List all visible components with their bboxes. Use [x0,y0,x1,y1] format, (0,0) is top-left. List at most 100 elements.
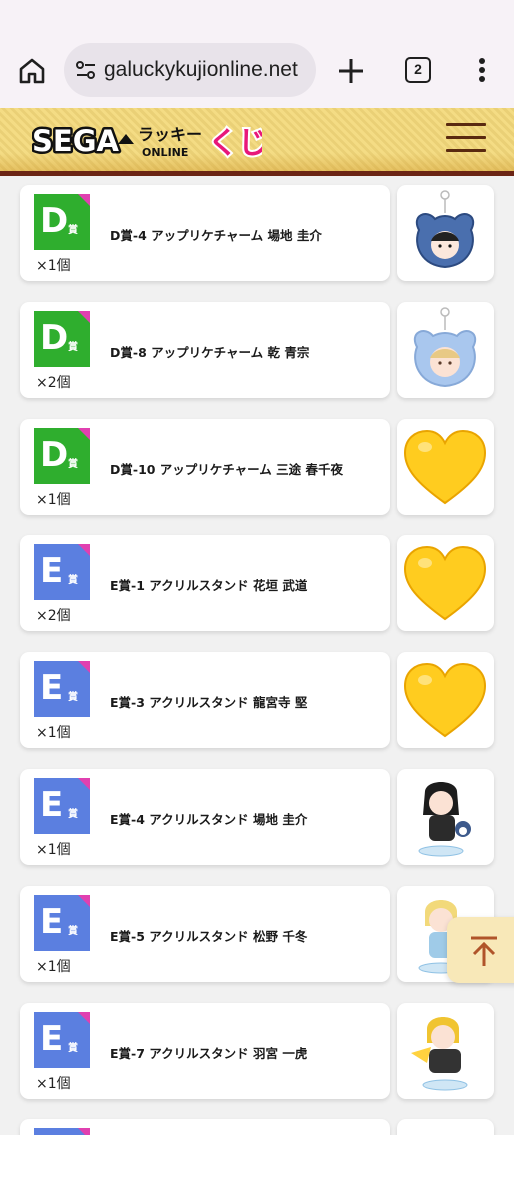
prize-grade-icon: E賞 [34,661,90,718]
prize-image [397,1119,494,1135]
prize-grade-letter: E [40,785,64,825]
prize-name: E賞-7 アクリルスタンド 羽宮 一虎 [110,1045,308,1061]
prize-thumbnail[interactable] [397,652,494,749]
prize-row[interactable]: E賞 [0,1119,514,1135]
badge-corner [78,310,90,323]
prize-card[interactable]: E 賞 ×1個 E賞-5 アクリルスタンド 松野 千冬 [20,885,390,982]
prize-grade-icon: D賞 [34,194,90,250]
prize-name: E賞-1 アクリルスタンド 花垣 武道 [110,578,308,594]
prize-grade-letter: D [40,201,69,241]
prize-grade-icon: E賞 [34,1128,90,1135]
prize-image [403,663,487,738]
prize-quantity: ×2個 [36,608,71,625]
prize-image [403,429,487,504]
prize-quantity: ×1個 [36,958,71,975]
prize-name: E賞-4 アクリルスタンド 場地 圭介 [110,812,308,827]
tune-icon[interactable] [74,58,98,82]
prize-card[interactable]: D 賞 ×2個 D賞-8 アップリケチャーム 乾 青宗 [20,301,390,398]
prize-grade-icon: E賞 [34,1011,90,1068]
prize-card[interactable]: E 賞 ×2個 E賞-1 アクリルスタンド 花垣 武道 [20,535,390,632]
home-icon[interactable] [16,55,48,87]
prize-card[interactable]: E 賞 ×1個 E賞-4 アクリルスタンド 場地 圭介 [20,769,390,865]
prize-quantity: ×2個 [36,374,71,391]
hamburger-icon [446,123,486,126]
prize-row[interactable]: E 賞 ×1個 E賞-4 アクリルスタンド 場地 圭介 [0,769,514,866]
prize-quantity: ×1個 [36,258,71,274]
prize-image [411,1016,468,1091]
prize-grade-letter: E [40,901,64,942]
prize-image [414,307,476,387]
arrow-up-icon [471,936,497,966]
prize-row[interactable]: E 賞 ×1個 E賞-7 アクリルスタンド 羽宮 一虎 [0,1002,514,1100]
prize-thumbnail[interactable] [397,301,494,398]
url-text: galuckykujionline.net [104,58,298,81]
prize-grade-kanji: 賞 [68,692,78,704]
badge-corner [78,194,90,206]
prize-image [403,546,487,621]
hamburger-icon-bar [446,149,486,152]
prize-grade-icon: E賞 [34,894,90,951]
plus-icon[interactable] [334,54,368,88]
badge-corner [78,544,90,557]
bottom-bar [0,1135,514,1199]
svg-text:ラッキー: ラッキー [138,125,202,144]
prize-name: D賞-8 アップリケチャーム 乾 青宗 [110,344,310,360]
prize-grade-kanji: 賞 [68,809,78,820]
prize-row[interactable]: D 賞 ×2個 D賞-8 アップリケチャーム 乾 青宗 [0,301,514,399]
prize-grade-letter: E [40,1018,64,1059]
svg-text:SEGA: SEGA [32,124,119,158]
prize-row[interactable]: E 賞 ×1個 E賞-3 アクリルスタンド 龍宮寺 堅 [0,652,514,749]
prize-row[interactable]: D 賞 ×1個 D賞-4 アップリケチャーム 場地 圭介 [0,185,514,282]
prize-row[interactable]: E 賞 ×1個 E賞-5 アクリルスタンド 松野 千冬 [0,885,514,983]
prize-name: E賞-5 アクリルスタンド 松野 千冬 [110,928,308,944]
prize-grade-letter: E [40,668,64,709]
prize-quantity: ×1個 [36,725,71,742]
prize-row[interactable]: D 賞 ×1個 D賞-10 アップリケチャーム 三途 春千夜 [0,418,514,516]
badge-corner [78,661,90,674]
browser-toolbar: galuckykujionline.net 2 [0,0,514,108]
address-bar[interactable]: galuckykujionline.net [64,43,316,97]
prize-card[interactable]: E 賞 ×1個 E賞-7 アクリルスタンド 羽宮 一虎 [20,1002,390,1099]
prize-grade-kanji: 賞 [68,1042,78,1054]
prize-grade-kanji: 賞 [68,225,78,236]
prize-grade-letter: D [40,434,69,475]
prize-grade-icon: D賞 [34,310,90,367]
badge-corner [78,894,90,907]
badge-corner [78,778,90,790]
site-logo[interactable]: SEGA ラッキー ONLINE くじ [32,120,262,161]
svg-text:くじ: くじ [208,126,262,160]
scroll-top-button[interactable] [447,917,514,983]
prize-grade-kanji: 賞 [68,925,78,937]
prize-grade-icon: D賞 [34,427,90,484]
prize-list: D 賞 ×1個 D賞-4 アップリケチャーム 場地 圭介 D 賞 ×2個 D賞-8 アップリケ… [0,181,514,1135]
prize-card[interactable]: D 賞 ×1個 D賞-10 アップリケチャーム 三途 春千夜 [20,418,390,515]
prize-name: D賞-10 アップリケチャーム 三途 春千夜 [110,461,344,477]
prize-card[interactable]: E 賞 ×1個 E賞-3 アクリルスタンド 龍宮寺 堅 [20,652,390,749]
prize-image [418,782,471,857]
prize-thumbnail[interactable] [397,418,494,515]
prize-thumbnail[interactable] [397,769,494,865]
prize-quantity: ×1個 [36,1075,71,1092]
prize-thumbnail[interactable] [397,185,494,281]
svg-text:ONLINE: ONLINE [142,146,188,159]
prize-quantity: ×1個 [36,491,71,508]
prize-grade-kanji: 賞 [68,458,78,470]
hamburger-menu-button[interactable] [446,123,486,153]
prize-name: D賞-4 アップリケチャーム 場地 圭介 [110,228,322,243]
prize-grade-letter: D [40,317,69,358]
tab-switcher-button[interactable]: 2 [405,57,431,83]
prize-grade-letter: E [40,551,64,592]
prize-quantity: ×1個 [36,842,71,858]
prize-row[interactable]: E 賞 ×2個 E賞-1 アクリルスタンド 花垣 武道 [0,535,514,632]
badge-corner [78,1011,90,1024]
badge-corner [78,1128,90,1135]
more-vert-icon[interactable] [470,55,494,87]
prize-card[interactable]: D 賞 ×1個 D賞-4 アップリケチャーム 場地 圭介 [20,185,390,281]
hamburger-icon-bar [446,136,486,139]
prize-image [416,190,474,269]
prize-thumbnail[interactable] [397,1119,494,1135]
prize-grade-kanji: 賞 [68,575,78,587]
prize-thumbnail[interactable] [397,1002,494,1099]
prize-thumbnail[interactable] [397,535,494,632]
prize-card[interactable]: E賞 [20,1119,390,1135]
